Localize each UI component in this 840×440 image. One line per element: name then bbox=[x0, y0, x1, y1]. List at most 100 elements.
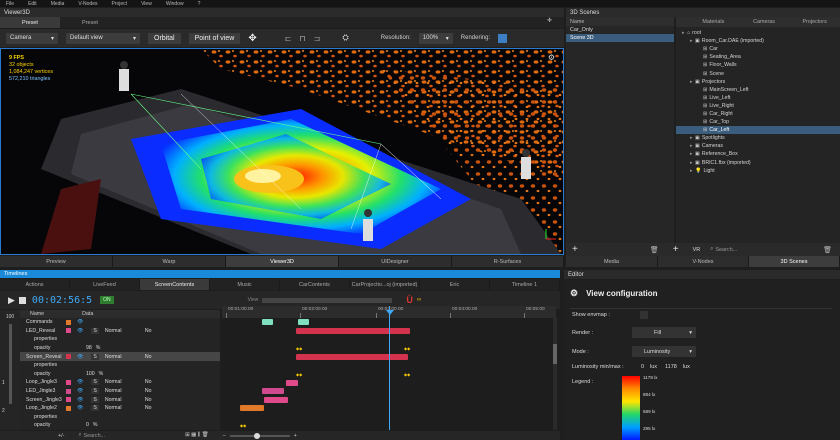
timeline-tab[interactable]: Timeline 1 bbox=[490, 279, 560, 290]
layer-row[interactable]: opacity 0% bbox=[20, 421, 220, 430]
tree-item[interactable]: ▸ ▣ BRIC1.fbx (imported) bbox=[676, 159, 840, 167]
camera-dropdown[interactable]: Camera ▾ bbox=[6, 32, 58, 44]
slider-knob[interactable] bbox=[253, 432, 260, 439]
eye-icon[interactable]: 👁 bbox=[77, 328, 83, 334]
layer-color-swatch[interactable] bbox=[66, 405, 71, 411]
playhead-handle[interactable] bbox=[386, 310, 394, 315]
tab-3d-scenes[interactable]: 3D Scenes bbox=[749, 256, 840, 267]
layer-color-swatch[interactable] bbox=[66, 319, 71, 325]
tree-item[interactable]: ▸ ▣ Projectors bbox=[676, 78, 840, 86]
clip-bar[interactable] bbox=[296, 327, 410, 334]
layer-row[interactable]: opacity 98% bbox=[20, 344, 220, 353]
stop-icon[interactable] bbox=[18, 296, 26, 304]
eye-icon[interactable]: 👁 bbox=[77, 354, 83, 360]
tree-item[interactable]: ⊞ Car_Top bbox=[676, 118, 840, 126]
mask-dropdown[interactable]: No bbox=[145, 328, 152, 334]
layer-row[interactable]: Commands 👁 bbox=[20, 318, 220, 327]
layer-row[interactable]: opacity 100% bbox=[20, 370, 220, 379]
opacity-value[interactable]: 0 bbox=[86, 422, 89, 428]
tree-item[interactable]: ⊞ MainScreen_Left bbox=[676, 86, 840, 94]
tree-item[interactable]: ▸ ▣ Room_Car.DAE (imported) bbox=[676, 37, 840, 45]
tab-materials[interactable]: Materials bbox=[688, 17, 739, 27]
view-scroll-track[interactable] bbox=[262, 297, 393, 303]
playhead[interactable] bbox=[389, 306, 390, 430]
timeline-tab[interactable]: ScreenContents bbox=[140, 279, 210, 290]
keyframe-icon[interactable]: ◆◆ bbox=[404, 372, 410, 377]
tab-viewer3d[interactable]: Viewer3D bbox=[226, 256, 339, 267]
menu-file[interactable]: File bbox=[6, 1, 14, 7]
eye-icon[interactable]: 👁 bbox=[77, 405, 83, 411]
crosshair-tool-icon[interactable]: ✥ bbox=[248, 33, 256, 44]
tab-warp[interactable]: Warp bbox=[113, 256, 226, 267]
solo-toggle[interactable]: S bbox=[91, 396, 99, 403]
tab-preset-2[interactable]: Preset bbox=[60, 17, 120, 28]
tab-cameras[interactable]: Cameras bbox=[739, 17, 790, 27]
keyframe-icon[interactable]: ◆◆ bbox=[404, 346, 410, 351]
scene-item-selected[interactable]: Scene 3D bbox=[566, 34, 674, 42]
layer-row[interactable]: properties bbox=[20, 335, 220, 344]
menu-edit[interactable]: Edit bbox=[28, 1, 37, 7]
solo-toggle[interactable]: S bbox=[91, 353, 99, 360]
align-left-icon[interactable]: ⊏ bbox=[285, 34, 292, 43]
solo-toggle[interactable]: S bbox=[91, 327, 99, 334]
align-center-icon[interactable]: ⊓ bbox=[299, 34, 305, 43]
layer-color-swatch[interactable] bbox=[66, 328, 71, 334]
clip-bar[interactable] bbox=[296, 353, 408, 360]
rendering-toggle[interactable] bbox=[498, 33, 508, 43]
timeline-scrollbar[interactable] bbox=[553, 318, 557, 430]
trash-icon[interactable]: 🗑 bbox=[650, 246, 659, 254]
tab-preset-1[interactable]: Preset bbox=[0, 17, 60, 28]
layer-row[interactable]: Loop_Jingle2 👁 S Normal No bbox=[20, 404, 220, 413]
keyframe-icon[interactable]: ◆◆ bbox=[240, 423, 246, 428]
on-badge[interactable]: ON bbox=[100, 296, 114, 304]
footer-tools-icon[interactable]: ⊞ ▦ ⫼ 🗑 bbox=[185, 432, 208, 439]
tree-item[interactable]: ▸ ▣ Reference_Box bbox=[676, 150, 840, 158]
mask-dropdown[interactable]: No bbox=[145, 388, 152, 394]
tree-item[interactable]: ⊞ Scene bbox=[676, 69, 840, 77]
mask-dropdown[interactable]: No bbox=[145, 397, 152, 403]
timeline-tab[interactable]: Eric bbox=[420, 279, 490, 290]
tree-item[interactable]: ⊞ Live_Left bbox=[676, 94, 840, 102]
menu-project[interactable]: Project bbox=[112, 1, 128, 7]
timeline-tab[interactable]: CarProjectio...oj (imported) bbox=[350, 279, 420, 290]
scroll-thumb[interactable] bbox=[553, 344, 557, 364]
layer-search-input[interactable]: Search... bbox=[83, 433, 105, 439]
vr-button[interactable]: VR bbox=[693, 247, 701, 253]
trash-icon[interactable]: 🗑 bbox=[823, 246, 832, 254]
view-dropdown[interactable]: Default view ▾ bbox=[66, 32, 140, 44]
mode-dropdown[interactable]: Luminosity ▾ bbox=[632, 346, 696, 357]
layer-row[interactable]: properties bbox=[20, 413, 220, 422]
resolution-dropdown[interactable]: 100% ▾ bbox=[418, 32, 453, 44]
render-dropdown[interactable]: Fill ▾ bbox=[632, 327, 696, 338]
clip-bar[interactable] bbox=[298, 319, 309, 326]
blend-mode-dropdown[interactable]: Normal bbox=[105, 328, 145, 334]
solo-toggle[interactable]: S bbox=[91, 379, 99, 386]
link-icon[interactable]: ∞ bbox=[417, 297, 421, 303]
point-of-view-button[interactable]: Point of view bbox=[188, 32, 241, 44]
layer-color-swatch[interactable] bbox=[66, 379, 71, 385]
tree-item[interactable]: ⊞ Seating_Area bbox=[676, 53, 840, 61]
tree-item[interactable]: ⊞ Car bbox=[676, 45, 840, 53]
menu-help[interactable]: ? bbox=[198, 1, 201, 7]
layer-row[interactable]: LED_Jingle3 👁 S Normal No bbox=[20, 387, 220, 396]
mask-dropdown[interactable]: No bbox=[145, 354, 152, 360]
timeline-tab[interactable]: Music bbox=[210, 279, 280, 290]
menu-window[interactable]: Window bbox=[166, 1, 184, 7]
solo-toggle[interactable]: S bbox=[91, 388, 99, 395]
clip-bar[interactable] bbox=[262, 388, 284, 395]
tab-media[interactable]: Media bbox=[566, 256, 658, 267]
menu-vnodes[interactable]: V-Nodes bbox=[78, 1, 97, 7]
scene-search-input[interactable]: Search... bbox=[715, 247, 737, 253]
clip-bar[interactable] bbox=[262, 319, 273, 326]
blend-mode-dropdown[interactable]: Normal bbox=[105, 379, 145, 385]
mask-dropdown[interactable]: No bbox=[145, 405, 152, 411]
opacity-value[interactable]: 98 bbox=[86, 345, 92, 351]
timeline-tab[interactable]: LiveFeed bbox=[70, 279, 140, 290]
add-scene-icon[interactable]: + bbox=[572, 244, 578, 255]
layer-color-swatch[interactable] bbox=[66, 354, 71, 360]
zoom-in-icon[interactable]: + bbox=[294, 433, 297, 439]
tree-item[interactable]: ▸ ⌂ root bbox=[676, 29, 840, 37]
layer-color-swatch[interactable] bbox=[66, 388, 71, 394]
keyframe-icon[interactable]: ◆◆ bbox=[296, 346, 302, 351]
orbital-button[interactable]: Orbital bbox=[148, 32, 181, 44]
